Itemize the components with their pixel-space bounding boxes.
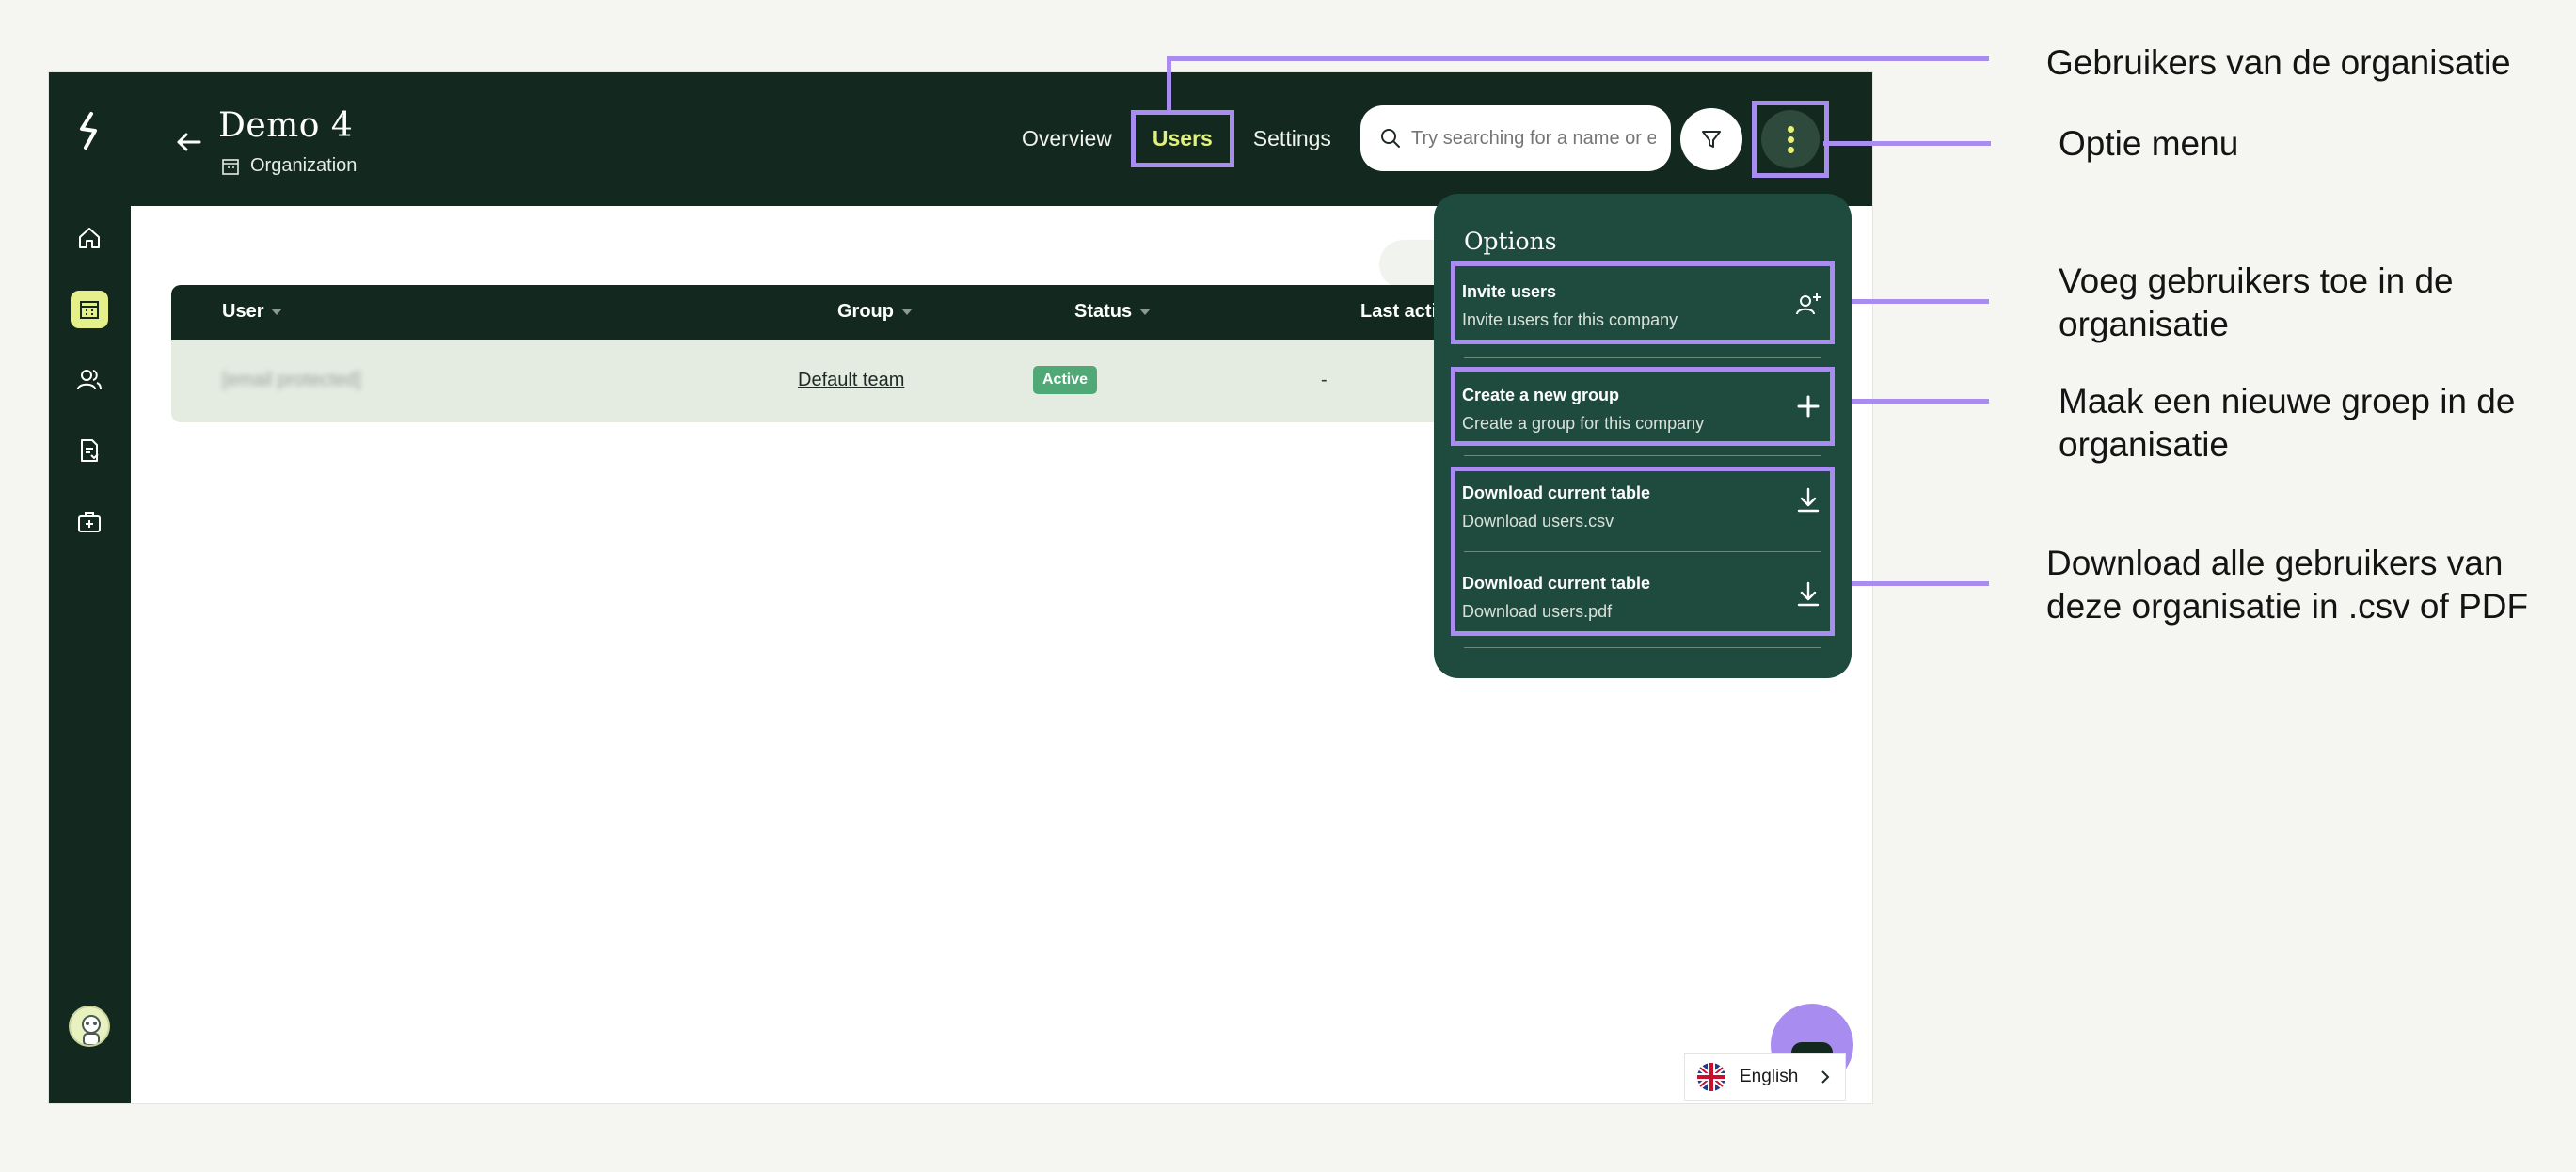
- menu-item-create-group[interactable]: Create a new group Create a group for th…: [1451, 367, 1835, 446]
- connector-line: [1835, 299, 1989, 304]
- connector-line: [1835, 581, 1989, 586]
- column-group[interactable]: Group: [837, 301, 913, 323]
- sidebar-reports-icon[interactable]: [71, 432, 108, 469]
- sidebar-home-icon[interactable]: [71, 219, 108, 257]
- org-subtitle: Organization: [220, 155, 357, 177]
- connector-line: [1823, 141, 1991, 146]
- org-type-label: Organization: [250, 155, 358, 176]
- sidebar-medical-kit-icon[interactable]: [71, 503, 108, 541]
- connector-line: [1835, 399, 1989, 404]
- menu-divider: [1464, 357, 1821, 358]
- last-activity-value: -: [1321, 370, 1328, 390]
- plus-icon: [1797, 395, 1820, 418]
- language-label: English: [1740, 1067, 1799, 1086]
- page-title: Demo 4: [218, 106, 354, 145]
- tab-users[interactable]: Users: [1130, 110, 1234, 167]
- filter-button[interactable]: [1680, 108, 1742, 170]
- sidebar-users-icon[interactable]: [71, 361, 108, 399]
- sidebar-organization-icon[interactable]: [71, 291, 108, 328]
- download-icon: [1797, 487, 1820, 513]
- table-header: User Group Status Last activity: [171, 285, 1573, 340]
- chevron-right-icon: [1821, 1070, 1830, 1084]
- annotation-users-tab: Gebruikers van de organisatie: [2046, 43, 2511, 82]
- menu-title: Options: [1464, 228, 1557, 255]
- annotation-group: Maak een nieuwe groep in de organisatie: [2059, 382, 2516, 465]
- menu-item-download-csv[interactable]: Download current table Download users.cs…: [1451, 467, 1835, 549]
- download-icon: [1797, 581, 1820, 607]
- person-add-icon: [1796, 293, 1821, 315]
- back-arrow-icon[interactable]: [171, 125, 205, 159]
- annotation-download: Download alle gebruikers van deze organi…: [2046, 544, 2529, 626]
- menu-divider: [1464, 551, 1821, 552]
- annotation-options-menu: Optie menu: [2059, 124, 2239, 163]
- annotation-invite: Voeg gebruikers toe in de organisatie: [2059, 261, 2454, 344]
- brand-logo-icon[interactable]: [72, 110, 106, 151]
- options-dropdown: Options Invite users Invite users for th…: [1434, 194, 1852, 678]
- filter-icon: [1702, 131, 1721, 148]
- tab-overview[interactable]: Overview: [1003, 113, 1131, 165]
- menu-item-download-pdf[interactable]: Download current table Download users.pd…: [1451, 553, 1835, 636]
- menu-divider: [1464, 647, 1821, 648]
- menu-item-invite-users[interactable]: Invite users Invite users for this compa…: [1451, 261, 1835, 344]
- column-status[interactable]: Status: [1074, 301, 1152, 323]
- group-link[interactable]: Default team: [798, 370, 904, 391]
- kebab-icon: [1761, 110, 1820, 168]
- search-icon: [1381, 129, 1400, 148]
- user-avatar[interactable]: [69, 1006, 110, 1047]
- tab-settings[interactable]: Settings: [1234, 113, 1350, 165]
- column-user[interactable]: User: [222, 301, 283, 323]
- connector-line: [1167, 56, 1989, 61]
- search-box: [1360, 105, 1671, 171]
- uk-flag-icon: [1697, 1063, 1725, 1091]
- table-row[interactable]: [email protected] Default team Active -: [171, 340, 1573, 422]
- tab-bar: Overview Users Settings: [1003, 110, 1350, 167]
- status-badge: Active: [1033, 366, 1098, 394]
- connector-line: [1167, 56, 1171, 113]
- building-icon: [222, 158, 239, 175]
- options-menu-button[interactable]: [1752, 101, 1829, 178]
- sidebar: [49, 72, 131, 1103]
- search-input[interactable]: [1411, 127, 1656, 150]
- user-email: [email protected]: [222, 370, 361, 390]
- language-selector[interactable]: English: [1684, 1053, 1846, 1101]
- menu-divider: [1464, 455, 1821, 456]
